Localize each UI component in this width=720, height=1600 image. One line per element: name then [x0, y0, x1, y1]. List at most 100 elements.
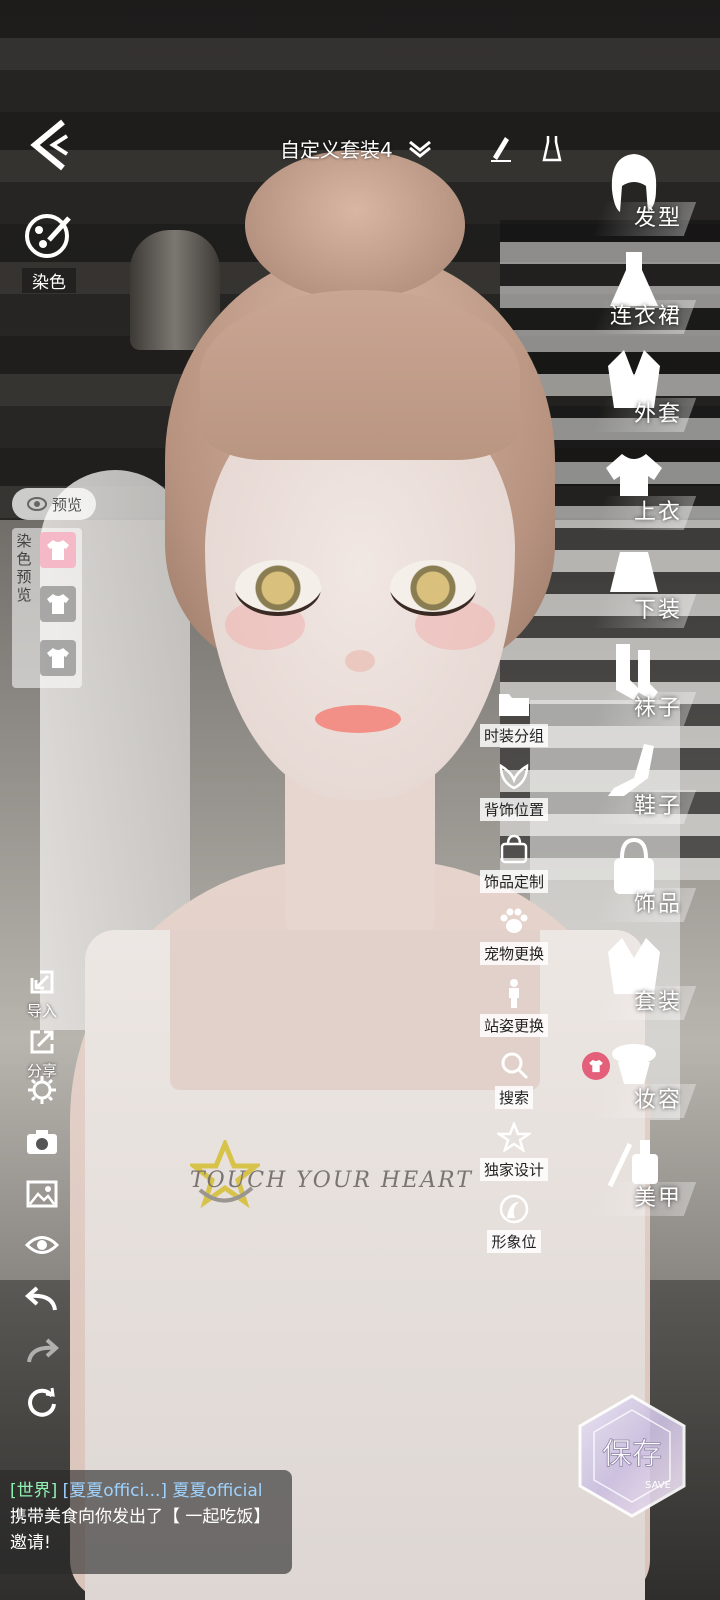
exclusive-design-button[interactable]: 独家设计: [472, 1120, 556, 1181]
import-button[interactable]: 导入: [20, 968, 64, 1021]
category-label: 妆容: [633, 1088, 682, 1113]
eye-preview-icon: [26, 497, 47, 511]
category-label: 袜子: [633, 696, 682, 721]
dress-outline-icon: [542, 136, 562, 162]
chat-name-tag[interactable]: [夏夏offici...]: [63, 1481, 167, 1501]
mouth: [315, 705, 401, 733]
dye-preview-panel: 预览 染色预览: [12, 488, 100, 688]
shirt-icon: [47, 594, 69, 614]
category-top[interactable]: 上衣: [591, 444, 697, 534]
left-eye: [235, 560, 321, 616]
category-label: 外套: [633, 402, 682, 427]
save-button[interactable]: 保存 SAVE: [574, 1392, 690, 1520]
image-icon: [26, 1180, 58, 1208]
gear-icon: [28, 1076, 56, 1104]
category-label: 饰品: [633, 892, 682, 917]
shirt-icon: [47, 648, 69, 668]
category-makeup[interactable]: 妆容: [591, 1032, 697, 1122]
gallery-button[interactable]: [20, 1180, 64, 1212]
redo-icon: [27, 1338, 60, 1363]
category-accessories[interactable]: 饰品: [591, 836, 697, 926]
search-button[interactable]: 搜索: [472, 1050, 556, 1109]
category-nails[interactable]: 美甲: [591, 1130, 697, 1220]
makeup-notify-badge: [582, 1052, 610, 1080]
star-icon: [494, 1120, 534, 1153]
bag-icon: [500, 834, 528, 864]
person-icon: [509, 979, 519, 1008]
category-label: 发型: [633, 206, 682, 231]
folder-icon: [499, 694, 529, 716]
fashion-group-button[interactable]: 时装分组: [472, 688, 556, 747]
pose-change-label: 站姿更换: [479, 1014, 548, 1037]
fashion-group-label: 时装分组: [479, 724, 548, 747]
category-coat[interactable]: 外套: [591, 346, 697, 436]
pet-change-button[interactable]: 宠物更换: [472, 906, 556, 965]
hair-bun: [245, 150, 465, 300]
save-crystal-icon: 保存 SAVE: [578, 1394, 686, 1518]
chat-channel: [世界]: [10, 1481, 58, 1501]
save-sub-label: SAVE: [645, 1480, 671, 1491]
pen-icon: [491, 137, 511, 162]
shirt-print-text: TOUCH YOUR HEART: [190, 1167, 473, 1193]
outfit-selector[interactable]: 自定义套装4: [280, 128, 433, 168]
palette-brush-icon: [25, 214, 71, 258]
category-label: 下装: [633, 598, 682, 623]
camera-icon: [27, 1130, 57, 1154]
eye-icon: [24, 1236, 60, 1254]
search-label: 搜索: [494, 1086, 533, 1109]
settings-button[interactable]: [20, 1074, 64, 1110]
back-accessory-label: 背饰位置: [479, 798, 548, 821]
import-icon: [30, 970, 54, 994]
category-hair[interactable]: 发型: [591, 150, 697, 240]
back-chevron-icon: [30, 119, 69, 171]
category-label: 上衣: [633, 500, 682, 525]
reset-icon: [28, 1387, 56, 1417]
camera-button[interactable]: [20, 1128, 64, 1160]
preview-tag-label: 预览: [51, 495, 82, 514]
right-eye: [390, 560, 476, 616]
category-label: 美甲: [633, 1186, 682, 1211]
category-socks[interactable]: 袜子: [591, 640, 697, 730]
shirt-badge-icon: [589, 1059, 603, 1073]
dye-preview-slot-2[interactable]: [40, 586, 76, 622]
back-accessory-position-button[interactable]: 背饰位置: [472, 762, 556, 821]
hide-ui-button[interactable]: [20, 1234, 64, 1260]
back-button[interactable]: [24, 118, 74, 172]
outfit-preview-button[interactable]: [534, 130, 570, 166]
pose-change-button[interactable]: 站姿更换: [472, 978, 556, 1037]
category-bottom[interactable]: 下装: [591, 542, 697, 632]
search-icon: [501, 1052, 529, 1080]
chat-sender[interactable]: 夏夏official: [172, 1481, 262, 1501]
redo-button[interactable]: [20, 1338, 64, 1368]
undo-button[interactable]: [20, 1286, 64, 1316]
edit-name-button[interactable]: [482, 130, 518, 166]
category-label: 鞋子: [633, 794, 682, 819]
preview-toggle[interactable]: 预览: [12, 488, 96, 520]
image-slot-label: 形象位: [487, 1230, 541, 1253]
undo-icon: [24, 1286, 57, 1311]
dye-preview-slot-3[interactable]: [40, 640, 76, 676]
accessory-customize-label: 饰品定制: [479, 870, 548, 893]
chat-message: 携带美食向你发出了【 一起吃饭】邀请!: [10, 1507, 271, 1553]
category-suit[interactable]: 套装: [591, 934, 697, 1024]
shirt-icon: [47, 540, 69, 560]
reset-button[interactable]: [20, 1386, 64, 1422]
save-label: 保存: [602, 1437, 662, 1472]
world-chat-box[interactable]: [世界] [夏夏offici...] 夏夏official 携带美食向你发出了【…: [0, 1470, 292, 1574]
accessory-customize-button[interactable]: 饰品定制: [472, 834, 556, 893]
dye-preview-label: 染色预览: [16, 532, 32, 604]
category-label: 套装: [633, 990, 682, 1015]
dye-preview-slot-1[interactable]: [40, 532, 76, 568]
import-label: 导入: [26, 1002, 57, 1020]
outfit-name: 自定义套装4: [280, 137, 393, 162]
category-shoes[interactable]: 鞋子: [591, 738, 697, 828]
wing-icon: [499, 763, 529, 790]
pet-change-label: 宠物更换: [479, 942, 548, 965]
category-label: 连衣裙: [609, 304, 682, 329]
paw-icon: [500, 908, 528, 933]
image-slot-button[interactable]: 形象位: [472, 1194, 556, 1253]
portrait-icon: [499, 1194, 529, 1224]
category-dress[interactable]: 连衣裙: [591, 248, 697, 338]
dye-button[interactable]: 染色: [14, 210, 84, 293]
share-icon: [30, 1030, 54, 1054]
